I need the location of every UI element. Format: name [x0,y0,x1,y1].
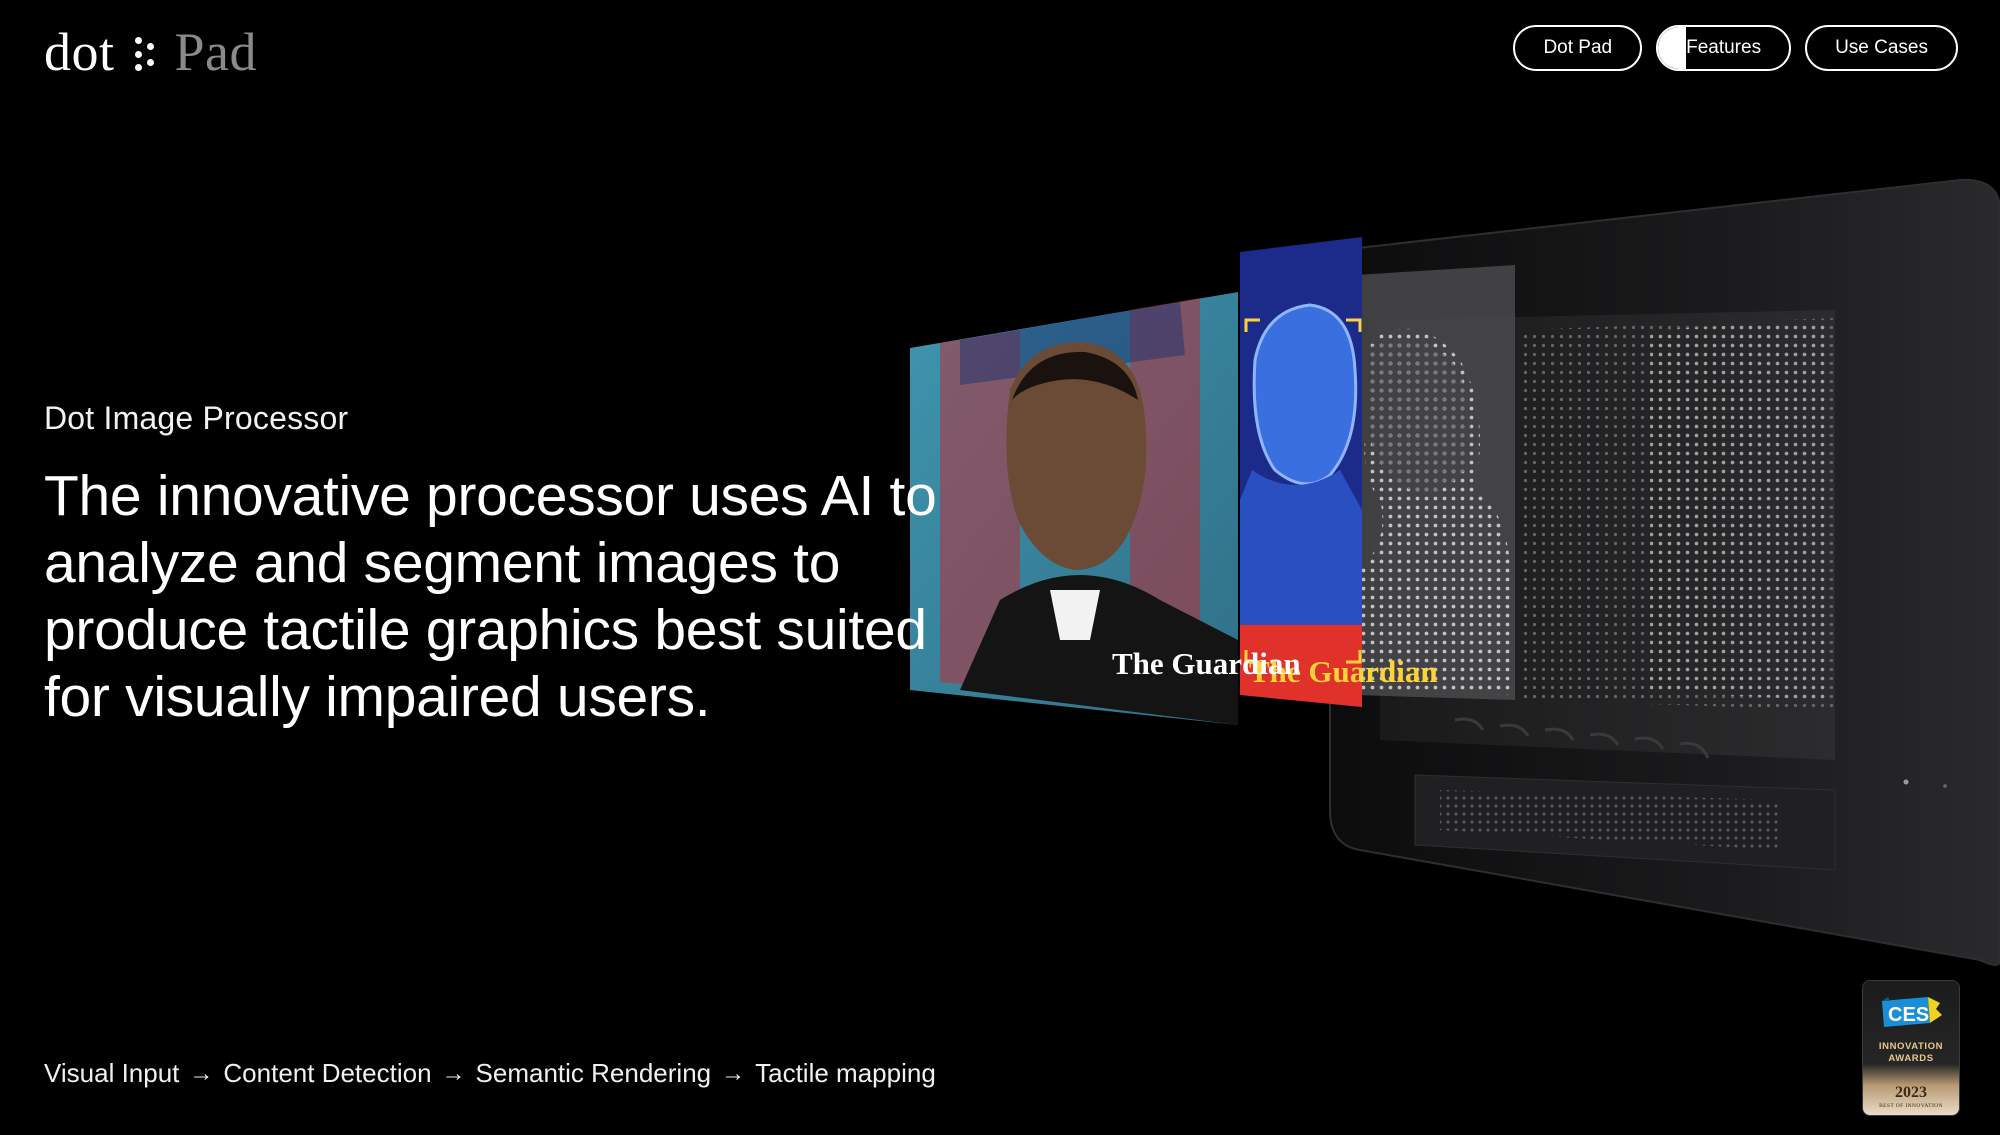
pipeline-step-content-detection: Content Detection [223,1058,432,1088]
nav-use-cases-button[interactable]: Use Cases [1805,25,1958,71]
arrow-right-icon: → [721,1059,746,1087]
processing-pipeline: Visual Input → Content Detection → Seman… [44,1058,936,1089]
logo-word-pad: Pad [174,22,258,82]
nav-features-button[interactable]: Features [1656,25,1792,71]
section-eyebrow: Dot Image Processor [44,400,349,436]
ces-flag-icon: CES [1882,997,1942,1027]
panel-1-caption-text: The Guardian [1112,646,1301,681]
nav-features-label: Features [1686,37,1762,58]
ces-award-year: 2023 [1895,1084,1927,1101]
top-nav: Dot Pad Features Use Cases [1513,25,1958,71]
ces-brand-text: CES [1888,1004,1929,1026]
ces-innovation-award-badge[interactable]: CES INNOVATION AWARDS 2023 BEST OF INNOV… [1862,980,1960,1116]
ces-award-line-2: AWARDS [1888,1053,1934,1064]
ces-award-subtitle: BEST OF INNOVATION [1879,1103,1943,1109]
device-illustration: The Guardian The Guardian [910,178,2000,966]
arrow-right-icon: → [189,1059,214,1087]
processor-visual: The Guardian The Guardian [900,170,2000,970]
pipeline-step-semantic-rendering: Semantic Rendering [475,1058,712,1088]
braille-dots-icon [134,37,157,71]
nav-dot-pad-label: Dot Pad [1543,37,1613,58]
pipeline-step-visual-input: Visual Input [44,1058,180,1088]
ces-award-line-1: INNOVATION [1878,1041,1944,1052]
pipeline-step-tactile-mapping: Tactile mapping [755,1058,936,1088]
logo[interactable]: dot Pad [44,22,257,82]
nav-use-cases-label: Use Cases [1835,37,1928,58]
logo-word-dot: dot [44,22,115,82]
arrow-right-icon: → [441,1059,466,1087]
hero-headline: The innovative processor uses AI to anal… [44,464,937,729]
nav-dot-pad-button[interactable]: Dot Pad [1513,25,1643,71]
